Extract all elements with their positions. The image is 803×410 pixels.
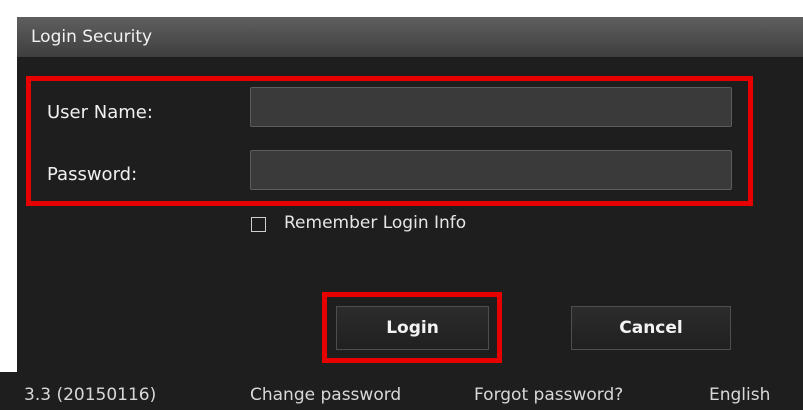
version-text: 3.3 (20150116) bbox=[24, 385, 157, 405]
remember-login-label: Remember Login Info bbox=[284, 213, 467, 233]
cancel-button[interactable]: Cancel bbox=[571, 306, 731, 350]
change-password-link[interactable]: Change password bbox=[250, 385, 401, 405]
title-bar: Login Security bbox=[17, 17, 803, 57]
login-button-label: Login bbox=[386, 318, 439, 338]
remember-login-checkbox[interactable] bbox=[251, 217, 266, 232]
footer-bar: 3.3 (20150116) Change password Forgot pa… bbox=[0, 372, 803, 410]
login-button[interactable]: Login bbox=[336, 306, 489, 350]
cancel-button-label: Cancel bbox=[619, 318, 683, 338]
language-selector[interactable]: English bbox=[709, 385, 770, 405]
window-title: Login Security bbox=[31, 27, 153, 47]
username-input[interactable] bbox=[250, 87, 732, 127]
password-label: Password: bbox=[47, 164, 138, 185]
password-input[interactable] bbox=[250, 150, 732, 190]
forgot-password-link[interactable]: Forgot password? bbox=[474, 385, 623, 405]
username-label: User Name: bbox=[47, 102, 153, 123]
login-security-dialog: Login Security User Name: Password: Reme… bbox=[0, 0, 803, 410]
